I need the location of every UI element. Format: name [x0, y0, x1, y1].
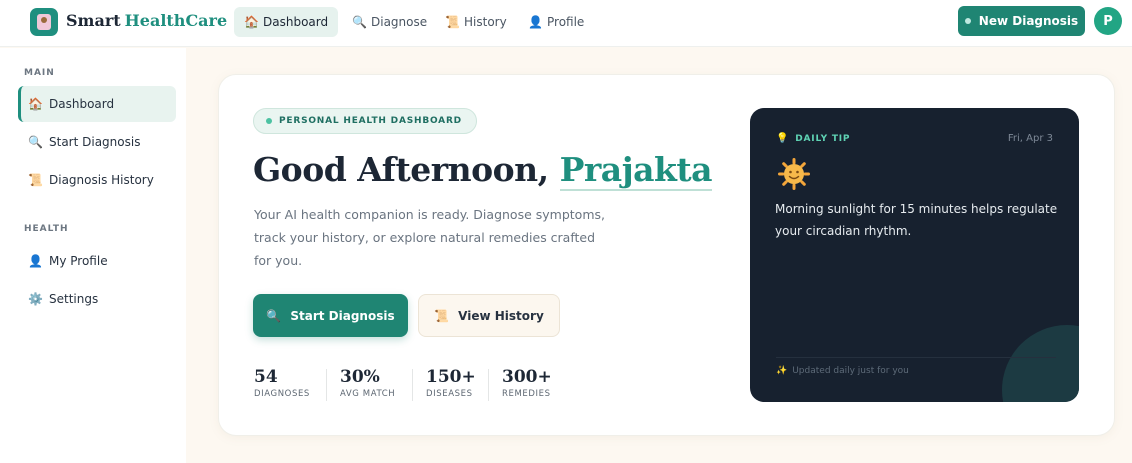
view-history-label: View History	[458, 308, 544, 323]
stat-avg-match: 30% AVG MATCH	[340, 367, 395, 399]
new-diagnosis-label: New Diagnosis	[978, 14, 1079, 28]
sun-icon	[778, 158, 810, 190]
stat-value: 150+	[426, 367, 476, 387]
scroll-icon: 📜	[434, 308, 450, 323]
nav-item-label: Dashboard	[263, 15, 329, 29]
sidebar-item-label: Diagnosis History	[49, 173, 154, 187]
tip-footer-text: Updated daily just for you	[792, 366, 909, 376]
sidebar-section-health: HEALTH	[24, 224, 69, 234]
sidebar-item-label: Dashboard	[49, 97, 115, 111]
person-icon: 👤	[528, 15, 543, 29]
person-icon: 👤	[28, 254, 43, 268]
tip-date: Fri, Apr 3	[1007, 133, 1053, 144]
home-icon: 🏠	[28, 97, 43, 111]
sidebar-section-main: MAIN	[24, 68, 55, 78]
gear-icon: ⚙️	[28, 292, 43, 306]
nav-item-label: History	[464, 15, 507, 29]
dot-icon	[266, 118, 272, 124]
new-diagnosis-button[interactable]: New Diagnosis	[958, 6, 1085, 36]
lightbulb-icon: 💡	[776, 133, 790, 144]
sidebar-item-label: Start Diagnosis	[49, 135, 141, 149]
sidebar-item-label: My Profile	[49, 254, 108, 268]
nav-item-history[interactable]: 📜 History	[435, 7, 517, 37]
sparkle-icon: ✨	[776, 366, 788, 376]
nav-item-diagnose[interactable]: 🔍 Diagnose	[342, 7, 437, 37]
home-icon: 🏠	[244, 15, 259, 29]
dashboard-badge-label: PERSONAL HEALTH DASHBOARD	[279, 116, 462, 126]
view-history-button[interactable]: 📜 View History	[418, 294, 560, 337]
daily-tip-label-text: DAILY TIP	[795, 133, 851, 144]
decorative-circle	[1002, 325, 1079, 402]
stat-divider	[326, 369, 327, 401]
sidebar-item-diagnosis-history[interactable]: 📜 Diagnosis History	[18, 162, 176, 198]
brand-name[interactable]: Smart HealthCare	[66, 11, 227, 30]
nav-item-label: Profile	[547, 15, 585, 29]
logo-icon[interactable]	[30, 8, 58, 36]
nav-item-label: Diagnose	[371, 15, 428, 29]
stat-divider	[412, 369, 413, 401]
start-diagnosis-label: Start Diagnosis	[290, 308, 395, 323]
greeting-text: Good Afternoon,	[253, 150, 549, 189]
brand-name-main: Smart	[66, 11, 121, 30]
page-title: Good Afternoon, Prajakta	[253, 150, 713, 191]
dashboard-badge: PERSONAL HEALTH DASHBOARD	[253, 108, 477, 134]
sidebar-item-dashboard[interactable]: 🏠 Dashboard	[18, 86, 176, 122]
sidebar-item-start-diagnosis[interactable]: 🔍 Start Diagnosis	[18, 124, 176, 160]
avatar[interactable]: P	[1094, 7, 1122, 35]
sidebar: MAIN 🏠 Dashboard 🔍 Start Diagnosis 📜 Dia…	[0, 48, 186, 463]
stat-label: DIAGNOSES	[254, 389, 310, 399]
daily-tip-label: 💡 DAILY TIP	[776, 133, 850, 144]
top-bar: Smart HealthCare 🏠 Dashboard 🔍 Diagnose 📜…	[0, 0, 1132, 47]
sidebar-item-label: Settings	[49, 292, 99, 306]
stat-value: 30%	[340, 367, 380, 387]
start-diagnosis-button[interactable]: 🔍 Start Diagnosis	[253, 294, 408, 337]
sidebar-item-settings[interactable]: ⚙️ Settings	[18, 281, 176, 317]
nav-item-dashboard[interactable]: 🏠 Dashboard	[234, 7, 339, 37]
scroll-icon: 📜	[28, 173, 43, 187]
stat-remedies: 300+ REMEDIES	[502, 367, 552, 399]
user-name: Prajakta	[559, 150, 713, 191]
stat-value: 54	[254, 367, 278, 387]
magnifier-icon: 🔍	[352, 15, 367, 29]
stat-value: 300+	[502, 367, 552, 387]
nav-item-profile[interactable]: 👤 Profile	[518, 7, 594, 37]
dot-icon	[964, 18, 971, 24]
divider	[776, 357, 1056, 358]
magnifier-icon: 🔍	[28, 135, 43, 149]
tip-text: Morning sunlight for 15 minutes helps re…	[775, 202, 1058, 238]
stat-diagnoses: 54 DIAGNOSES	[254, 367, 310, 399]
stat-diseases: 150+ DISEASES	[426, 367, 476, 399]
tip-footer: ✨ Updated daily just for you	[776, 366, 909, 376]
magnifier-icon: 🔍	[266, 308, 282, 323]
stat-label: REMEDIES	[502, 389, 551, 399]
daily-tip-card: 💡 DAILY TIP Fri, Apr 3 Morning sunlight …	[750, 108, 1079, 402]
stat-label: AVG MATCH	[340, 389, 396, 399]
scroll-icon: 📜	[445, 15, 460, 29]
hero-subtitle: Your AI health companion is ready. Diagn…	[254, 207, 605, 268]
stat-divider	[488, 369, 489, 401]
brand-name-accent: HealthCare	[124, 11, 228, 30]
sidebar-item-my-profile[interactable]: 👤 My Profile	[18, 243, 176, 279]
stat-label: DISEASES	[426, 389, 473, 399]
